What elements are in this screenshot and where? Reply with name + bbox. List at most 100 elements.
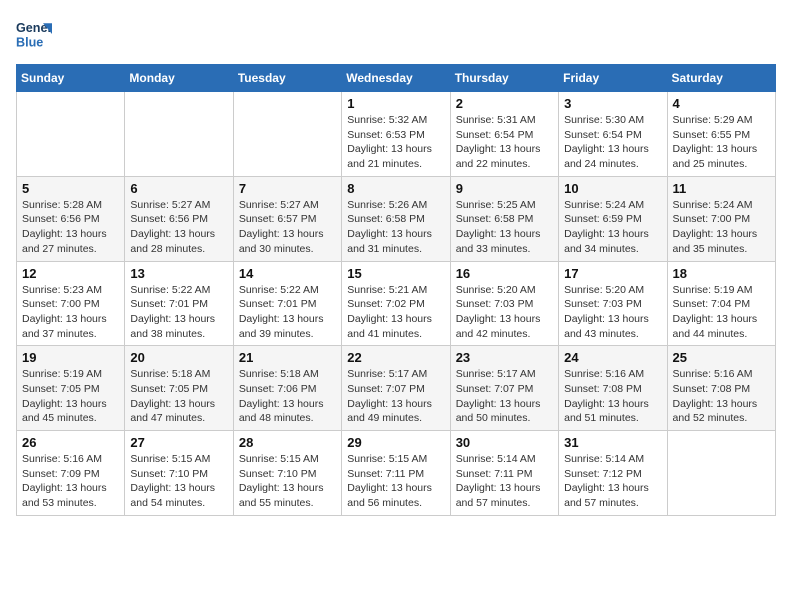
day-number: 20: [130, 350, 227, 365]
calendar-day-cell: 9 Sunrise: 5:25 AM Sunset: 6:58 PM Daylig…: [450, 176, 558, 261]
day-number: 16: [456, 266, 553, 281]
calendar-day-cell: 7Sunrise: 5:27 AM Sunset: 6:57 PM Daylig…: [233, 176, 341, 261]
day-number: 27: [130, 435, 227, 450]
day-number: 29: [347, 435, 444, 450]
calendar-day-cell: 4 Sunrise: 5:29 AM Sunset: 6:55 PM Daylig…: [667, 92, 775, 177]
day-info: Sunrise: 5:24 AM Sunset: 7:00 PM Dayligh…: [673, 198, 770, 257]
day-number: 25: [673, 350, 770, 365]
calendar-day-cell: [17, 92, 125, 177]
day-info: Sunrise: 5:18 AM Sunset: 7:05 PM Dayligh…: [130, 367, 227, 426]
calendar-week-row: 12 Sunrise: 5:23 AM Sunset: 7:00 PM Dayli…: [17, 261, 776, 346]
calendar-day-cell: 12 Sunrise: 5:23 AM Sunset: 7:00 PM Dayli…: [17, 261, 125, 346]
day-number: 11: [673, 181, 770, 196]
day-number: 26: [22, 435, 119, 450]
page-header: General Blue: [16, 16, 776, 52]
calendar-day-cell: 2 Sunrise: 5:31 AM Sunset: 6:54 PM Daylig…: [450, 92, 558, 177]
weekday-header: Monday: [125, 65, 233, 92]
calendar-day-cell: 25 Sunrise: 5:16 AM Sunset: 7:08 PM Dayli…: [667, 346, 775, 431]
calendar-day-cell: 17Sunrise: 5:20 AM Sunset: 7:03 PM Dayli…: [559, 261, 667, 346]
day-number: 21: [239, 350, 336, 365]
weekday-header: Tuesday: [233, 65, 341, 92]
calendar-table: SundayMondayTuesdayWednesdayThursdayFrid…: [16, 64, 776, 516]
calendar-day-cell: 15Sunrise: 5:21 AM Sunset: 7:02 PM Dayli…: [342, 261, 450, 346]
calendar-day-cell: 28Sunrise: 5:15 AM Sunset: 7:10 PM Dayli…: [233, 431, 341, 516]
day-number: 13: [130, 266, 227, 281]
calendar-day-cell: 18 Sunrise: 5:19 AM Sunset: 7:04 PM Dayli…: [667, 261, 775, 346]
day-number: 6: [130, 181, 227, 196]
calendar-day-cell: 21 Sunrise: 5:18 AM Sunset: 7:06 PM Dayli…: [233, 346, 341, 431]
day-info: Sunrise: 5:16 AM Sunset: 7:09 PM Dayligh…: [22, 452, 119, 511]
day-number: 12: [22, 266, 119, 281]
day-info: Sunrise: 5:15 AM Sunset: 7:10 PM Dayligh…: [239, 452, 336, 511]
day-number: 1: [347, 96, 444, 111]
day-info: Sunrise: 5:26 AM Sunset: 6:58 PM Dayligh…: [347, 198, 444, 257]
calendar-header-row: SundayMondayTuesdayWednesdayThursdayFrid…: [17, 65, 776, 92]
calendar-day-cell: 22Sunrise: 5:17 AM Sunset: 7:07 PM Dayli…: [342, 346, 450, 431]
day-info: Sunrise: 5:22 AM Sunset: 7:01 PM Dayligh…: [239, 283, 336, 342]
day-info: Sunrise: 5:24 AM Sunset: 6:59 PM Dayligh…: [564, 198, 661, 257]
day-info: Sunrise: 5:14 AM Sunset: 7:12 PM Dayligh…: [564, 452, 661, 511]
calendar-day-cell: 26 Sunrise: 5:16 AM Sunset: 7:09 PM Dayli…: [17, 431, 125, 516]
calendar-day-cell: 23 Sunrise: 5:17 AM Sunset: 7:07 PM Dayli…: [450, 346, 558, 431]
day-number: 23: [456, 350, 553, 365]
day-info: Sunrise: 5:19 AM Sunset: 7:05 PM Dayligh…: [22, 367, 119, 426]
svg-text:Blue: Blue: [16, 36, 43, 50]
calendar-day-cell: [125, 92, 233, 177]
calendar-day-cell: 16Sunrise: 5:20 AM Sunset: 7:03 PM Dayli…: [450, 261, 558, 346]
calendar-week-row: 26 Sunrise: 5:16 AM Sunset: 7:09 PM Dayli…: [17, 431, 776, 516]
calendar-day-cell: 14 Sunrise: 5:22 AM Sunset: 7:01 PM Dayli…: [233, 261, 341, 346]
day-info: Sunrise: 5:31 AM Sunset: 6:54 PM Dayligh…: [456, 113, 553, 172]
day-info: Sunrise: 5:16 AM Sunset: 7:08 PM Dayligh…: [673, 367, 770, 426]
day-number: 30: [456, 435, 553, 450]
day-info: Sunrise: 5:21 AM Sunset: 7:02 PM Dayligh…: [347, 283, 444, 342]
day-info: Sunrise: 5:29 AM Sunset: 6:55 PM Dayligh…: [673, 113, 770, 172]
day-number: 24: [564, 350, 661, 365]
weekday-header: Sunday: [17, 65, 125, 92]
logo: General Blue: [16, 16, 56, 52]
calendar-day-cell: 27 Sunrise: 5:15 AM Sunset: 7:10 PM Dayli…: [125, 431, 233, 516]
day-info: Sunrise: 5:17 AM Sunset: 7:07 PM Dayligh…: [456, 367, 553, 426]
calendar-day-cell: 13 Sunrise: 5:22 AM Sunset: 7:01 PM Dayli…: [125, 261, 233, 346]
day-number: 3: [564, 96, 661, 111]
calendar-day-cell: 6Sunrise: 5:27 AM Sunset: 6:56 PM Daylig…: [125, 176, 233, 261]
calendar-day-cell: 11 Sunrise: 5:24 AM Sunset: 7:00 PM Dayli…: [667, 176, 775, 261]
day-number: 9: [456, 181, 553, 196]
weekday-header: Friday: [559, 65, 667, 92]
day-number: 5: [22, 181, 119, 196]
calendar-day-cell: 8 Sunrise: 5:26 AM Sunset: 6:58 PM Daylig…: [342, 176, 450, 261]
calendar-day-cell: 30 Sunrise: 5:14 AM Sunset: 7:11 PM Dayli…: [450, 431, 558, 516]
day-info: Sunrise: 5:28 AM Sunset: 6:56 PM Dayligh…: [22, 198, 119, 257]
day-number: 8: [347, 181, 444, 196]
day-info: Sunrise: 5:17 AM Sunset: 7:07 PM Dayligh…: [347, 367, 444, 426]
calendar-week-row: 1 Sunrise: 5:32 AM Sunset: 6:53 PM Daylig…: [17, 92, 776, 177]
calendar-day-cell: [233, 92, 341, 177]
day-info: Sunrise: 5:30 AM Sunset: 6:54 PM Dayligh…: [564, 113, 661, 172]
calendar-day-cell: 29Sunrise: 5:15 AM Sunset: 7:11 PM Dayli…: [342, 431, 450, 516]
day-number: 19: [22, 350, 119, 365]
calendar-day-cell: 19 Sunrise: 5:19 AM Sunset: 7:05 PM Dayli…: [17, 346, 125, 431]
day-number: 18: [673, 266, 770, 281]
day-info: Sunrise: 5:32 AM Sunset: 6:53 PM Dayligh…: [347, 113, 444, 172]
calendar-day-cell: 20 Sunrise: 5:18 AM Sunset: 7:05 PM Dayli…: [125, 346, 233, 431]
calendar-day-cell: 5 Sunrise: 5:28 AM Sunset: 6:56 PM Daylig…: [17, 176, 125, 261]
day-number: 7: [239, 181, 336, 196]
day-info: Sunrise: 5:16 AM Sunset: 7:08 PM Dayligh…: [564, 367, 661, 426]
weekday-header: Wednesday: [342, 65, 450, 92]
day-number: 4: [673, 96, 770, 111]
calendar-day-cell: 1 Sunrise: 5:32 AM Sunset: 6:53 PM Daylig…: [342, 92, 450, 177]
day-number: 2: [456, 96, 553, 111]
day-info: Sunrise: 5:14 AM Sunset: 7:11 PM Dayligh…: [456, 452, 553, 511]
calendar-day-cell: 31Sunrise: 5:14 AM Sunset: 7:12 PM Dayli…: [559, 431, 667, 516]
calendar-day-cell: 3 Sunrise: 5:30 AM Sunset: 6:54 PM Daylig…: [559, 92, 667, 177]
day-info: Sunrise: 5:18 AM Sunset: 7:06 PM Dayligh…: [239, 367, 336, 426]
calendar-week-row: 19 Sunrise: 5:19 AM Sunset: 7:05 PM Dayli…: [17, 346, 776, 431]
day-info: Sunrise: 5:23 AM Sunset: 7:00 PM Dayligh…: [22, 283, 119, 342]
weekday-header: Saturday: [667, 65, 775, 92]
weekday-header: Thursday: [450, 65, 558, 92]
logo-icon: General Blue: [16, 16, 52, 52]
day-info: Sunrise: 5:25 AM Sunset: 6:58 PM Dayligh…: [456, 198, 553, 257]
day-number: 14: [239, 266, 336, 281]
day-info: Sunrise: 5:19 AM Sunset: 7:04 PM Dayligh…: [673, 283, 770, 342]
day-info: Sunrise: 5:15 AM Sunset: 7:10 PM Dayligh…: [130, 452, 227, 511]
day-info: Sunrise: 5:22 AM Sunset: 7:01 PM Dayligh…: [130, 283, 227, 342]
